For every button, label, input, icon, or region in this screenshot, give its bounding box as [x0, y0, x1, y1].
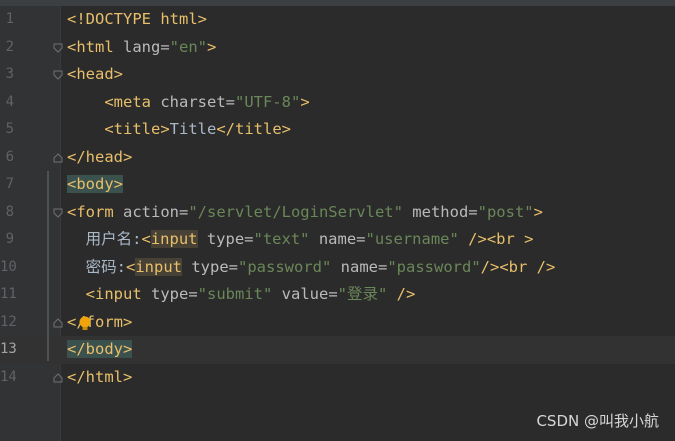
code-token: lang= [123, 37, 170, 56]
code-token: input [135, 257, 183, 276]
code-token: 用户名: [67, 230, 142, 248]
code-text[interactable]: </head> [67, 144, 132, 172]
fold-marker-icon[interactable] [53, 152, 63, 163]
code-text[interactable]: <!DOCTYPE html> [67, 6, 207, 34]
code-token: 密码: [67, 257, 126, 276]
fold-marker-icon[interactable] [53, 317, 63, 328]
code-token: <html [67, 37, 123, 56]
code-token: > [533, 202, 543, 221]
line-number: 10 [0, 258, 17, 275]
code-token: action= [123, 202, 189, 221]
line-number: 9 [5, 231, 14, 247]
code-token: type= [197, 230, 254, 248]
code-text[interactable]: 用户名:<input type="text" name="username" /… [67, 226, 534, 254]
code-line[interactable]: 8 <form action="/servlet/LoginServlet" me… [0, 199, 675, 227]
code-token: value= [272, 285, 338, 303]
code-token: /><br /> [480, 257, 556, 276]
code-token: charset= [160, 92, 235, 111]
code-line[interactable]: 13 </body> [0, 336, 675, 364]
watermark: CSDN @叫我小航 [536, 412, 659, 430]
code-line[interactable]: 4 <meta charset="UTF-8"> [0, 89, 675, 117]
line-number: 4 [5, 93, 14, 110]
line-number: 8 [5, 203, 14, 220]
code-line[interactable]: 3 <head> [0, 61, 675, 89]
code-text[interactable]: </html> [67, 364, 132, 392]
fold-marker-icon[interactable] [53, 208, 63, 218]
code-text[interactable]: <form action="/servlet/LoginServlet" met… [67, 199, 543, 227]
code-token: name= [309, 230, 366, 248]
code-token: "en" [169, 37, 207, 56]
code-line[interactable]: 14 </html> [0, 364, 675, 392]
code-text[interactable]: <meta charset="UTF-8"> [67, 89, 310, 117]
code-token: "UTF-8" [234, 92, 301, 111]
code-text[interactable]: </body> [67, 336, 133, 364]
code-token: <body> [67, 175, 123, 193]
code-token: "/servlet/LoginServlet" [188, 202, 403, 221]
fold-marker-icon[interactable] [53, 372, 63, 383]
code-token: <form [67, 202, 123, 221]
code-text[interactable]: <title>Title</title> [67, 116, 291, 144]
code-token: "submit" [197, 285, 273, 303]
code-text[interactable]: <input type="submit" value="登录" /> [67, 281, 416, 309]
code-token: <head> [67, 65, 123, 83]
code-text[interactable]: <head> [67, 61, 123, 89]
line-number: 5 [5, 121, 14, 137]
code-line[interactable]: 10 密码:<input type="password" name="passw… [0, 254, 675, 282]
code-token: < [141, 230, 151, 248]
code-line[interactable]: 9 用户名:<input type="text" name="username"… [0, 226, 675, 254]
code-token: <input [85, 285, 151, 303]
line-number: 13 [0, 341, 17, 357]
code-token: method= [402, 202, 478, 221]
code-token: > [300, 92, 310, 111]
code-token: </body> [67, 340, 133, 358]
code-token: "password" [238, 257, 332, 276]
line-number: 7 [5, 176, 14, 192]
line-number: 14 [0, 368, 17, 385]
line-number: 12 [0, 313, 17, 330]
code-line[interactable]: 2 <html lang="en"> [0, 34, 675, 62]
code-token: </title> [216, 120, 291, 138]
code-token: "password" [387, 257, 481, 276]
code-text[interactable]: <html lang="en"> [67, 34, 216, 62]
code-token: "username" [365, 230, 459, 248]
indent-guide [47, 171, 49, 361]
code-token: </html> [67, 367, 133, 386]
code-token: "post" [477, 202, 534, 221]
code-token: name= [331, 257, 388, 276]
code-token: > [207, 37, 217, 56]
code-token: type= [151, 285, 198, 303]
code-line[interactable]: 11 <input type="submit" value="登录" /> [0, 281, 675, 309]
code-token: "text" [253, 230, 310, 248]
line-number: 2 [5, 38, 14, 55]
line-number: 1 [5, 11, 14, 27]
code-line[interactable]: 1 <!DOCTYPE html> [0, 6, 675, 34]
fold-marker-icon[interactable] [53, 70, 63, 80]
fold-marker-icon[interactable] [53, 43, 63, 53]
code-token: Title [169, 120, 217, 138]
code-text[interactable]: 密码:<input type="password" name="password… [67, 254, 555, 282]
code-token: "登录" [337, 285, 388, 303]
code-line[interactable]: 12 </form> [0, 309, 675, 337]
code-token: <title> [104, 120, 170, 138]
line-number: 11 [0, 286, 17, 302]
code-text[interactable]: <body> [67, 171, 123, 199]
code-token: /> [387, 285, 416, 303]
code-token: </head> [67, 147, 133, 166]
code-token: /><br > [458, 230, 534, 248]
code-token: <!DOCTYPE html> [67, 10, 207, 28]
code-line[interactable]: 5 <title>Title</title> [0, 116, 675, 144]
code-line[interactable]: 7 <body> [0, 171, 675, 199]
lightbulb-icon[interactable] [77, 315, 93, 333]
code-token: type= [182, 257, 239, 276]
code-token: <meta [104, 92, 161, 111]
code-token: < [126, 257, 136, 276]
line-number: 3 [5, 66, 14, 82]
code-line[interactable]: 6 </head> [0, 144, 675, 172]
code-token: input [150, 230, 198, 248]
line-number: 6 [5, 148, 14, 165]
